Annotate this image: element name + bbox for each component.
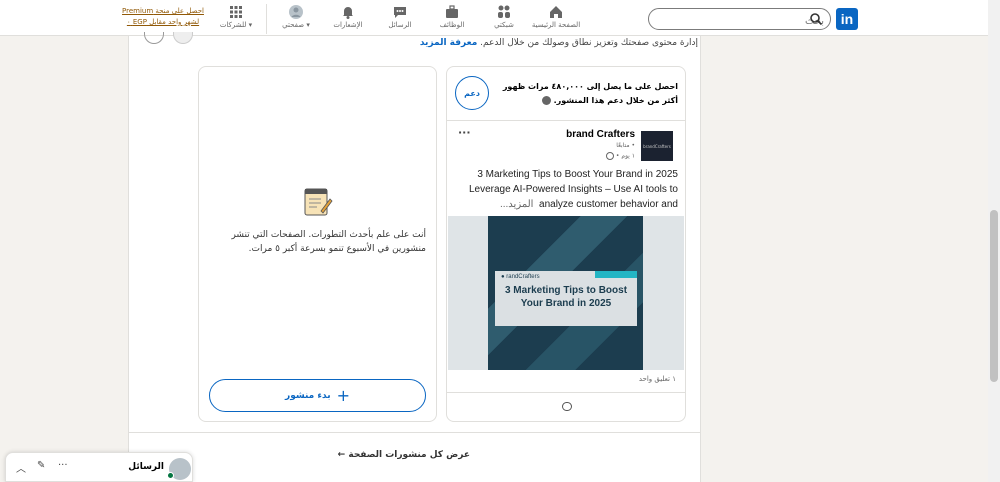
arrow-left-icon: ← (337, 450, 346, 460)
post-author[interactable]: brand Crafters (520, 129, 635, 140)
avatar-icon (289, 5, 303, 19)
divider (447, 392, 685, 393)
divider (129, 432, 700, 433)
post-meta: ١ يوم • (560, 152, 635, 160)
notepad-icon (304, 188, 333, 216)
linkedin-logo[interactable]: in (836, 8, 858, 30)
top-navigation: in الصفحة الرئيسية شبكتي الوظائف الرسائل… (0, 0, 1000, 36)
post-text: 3 Marketing Tips to Boost Your Brand in … (468, 169, 678, 210)
view-all-posts-link[interactable]: عرض كل منشورات الصفحة ← (300, 450, 470, 460)
messaging-overlay[interactable]: الرسائل ··· ✎ ︿ (5, 452, 193, 482)
comments-count[interactable]: ١ تعليق واحد (560, 375, 676, 383)
learn-more-link[interactable]: معرفة المزيد (420, 38, 477, 48)
boost-title: احصل على ما يصل إلى ٤٨٠,٠٠٠ مرات ظهور أك… (502, 82, 678, 105)
image-headline: 3 Marketing Tips to Boost Your Brand in … (504, 285, 628, 309)
image-title-box: ● randCrafters 3 Marketing Tips to Boost… (495, 271, 637, 326)
nav-network[interactable]: شبكتي (476, 4, 532, 34)
divider (447, 120, 685, 121)
nav-notifications[interactable]: الإشعارات (320, 4, 376, 34)
company-logo[interactable]: brandCrafters (641, 131, 673, 161)
image-brand: ● randCrafters (501, 274, 540, 280)
nav-home[interactable]: الصفحة الرئيسية (528, 4, 584, 34)
compose-icon[interactable]: ✎ (37, 460, 45, 471)
search-input[interactable] (674, 11, 824, 32)
post-more-menu-icon[interactable]: ··· (458, 126, 471, 139)
boost-button[interactable]: دعم (455, 76, 489, 110)
grid-icon (230, 6, 242, 18)
plus-icon: + (336, 386, 350, 405)
see-more-link[interactable]: ...المزيد (500, 199, 534, 210)
nav-for-business[interactable]: للشركات ▾ (208, 4, 264, 34)
post-followers: • متابعًا (616, 142, 635, 149)
nav-me[interactable]: صفحتي ▾ (268, 4, 324, 34)
empty-state-text: أنت على علم بأحدث التطورات. الصفحات التي… (231, 230, 426, 254)
more-options-icon[interactable]: ··· (58, 460, 68, 471)
network-icon (498, 5, 510, 18)
comment-icon[interactable] (562, 402, 572, 411)
nav-jobs[interactable]: الوظائف (424, 4, 480, 34)
bell-icon (343, 7, 353, 19)
home-icon (550, 6, 562, 18)
info-icon[interactable] (541, 96, 551, 105)
image-accent-bar (595, 271, 637, 278)
boost-learn-more: إدارة محتوى صفحتك وتعزيز نطاق وصولك من خ… (419, 38, 698, 48)
search-box[interactable] (648, 8, 831, 32)
search-icon (810, 13, 823, 26)
nav-divider (266, 4, 267, 34)
globe-icon (606, 152, 614, 160)
online-status-dot (167, 472, 174, 479)
post-image[interactable]: ● randCrafters 3 Marketing Tips to Boost… (448, 216, 684, 370)
start-post-button[interactable]: + بدء منشور (209, 379, 426, 412)
messaging-icon (394, 7, 406, 18)
nav-messaging[interactable]: الرسائل (372, 4, 428, 34)
briefcase-icon (446, 5, 458, 18)
messaging-title: الرسائل (128, 462, 164, 472)
scrollbar-thumb[interactable] (990, 210, 998, 382)
premium-offer-link[interactable]: احصل على منحة Premium لشهر واحد مقابل EG… (118, 6, 208, 28)
chevron-up-icon[interactable]: ︿ (16, 460, 26, 475)
